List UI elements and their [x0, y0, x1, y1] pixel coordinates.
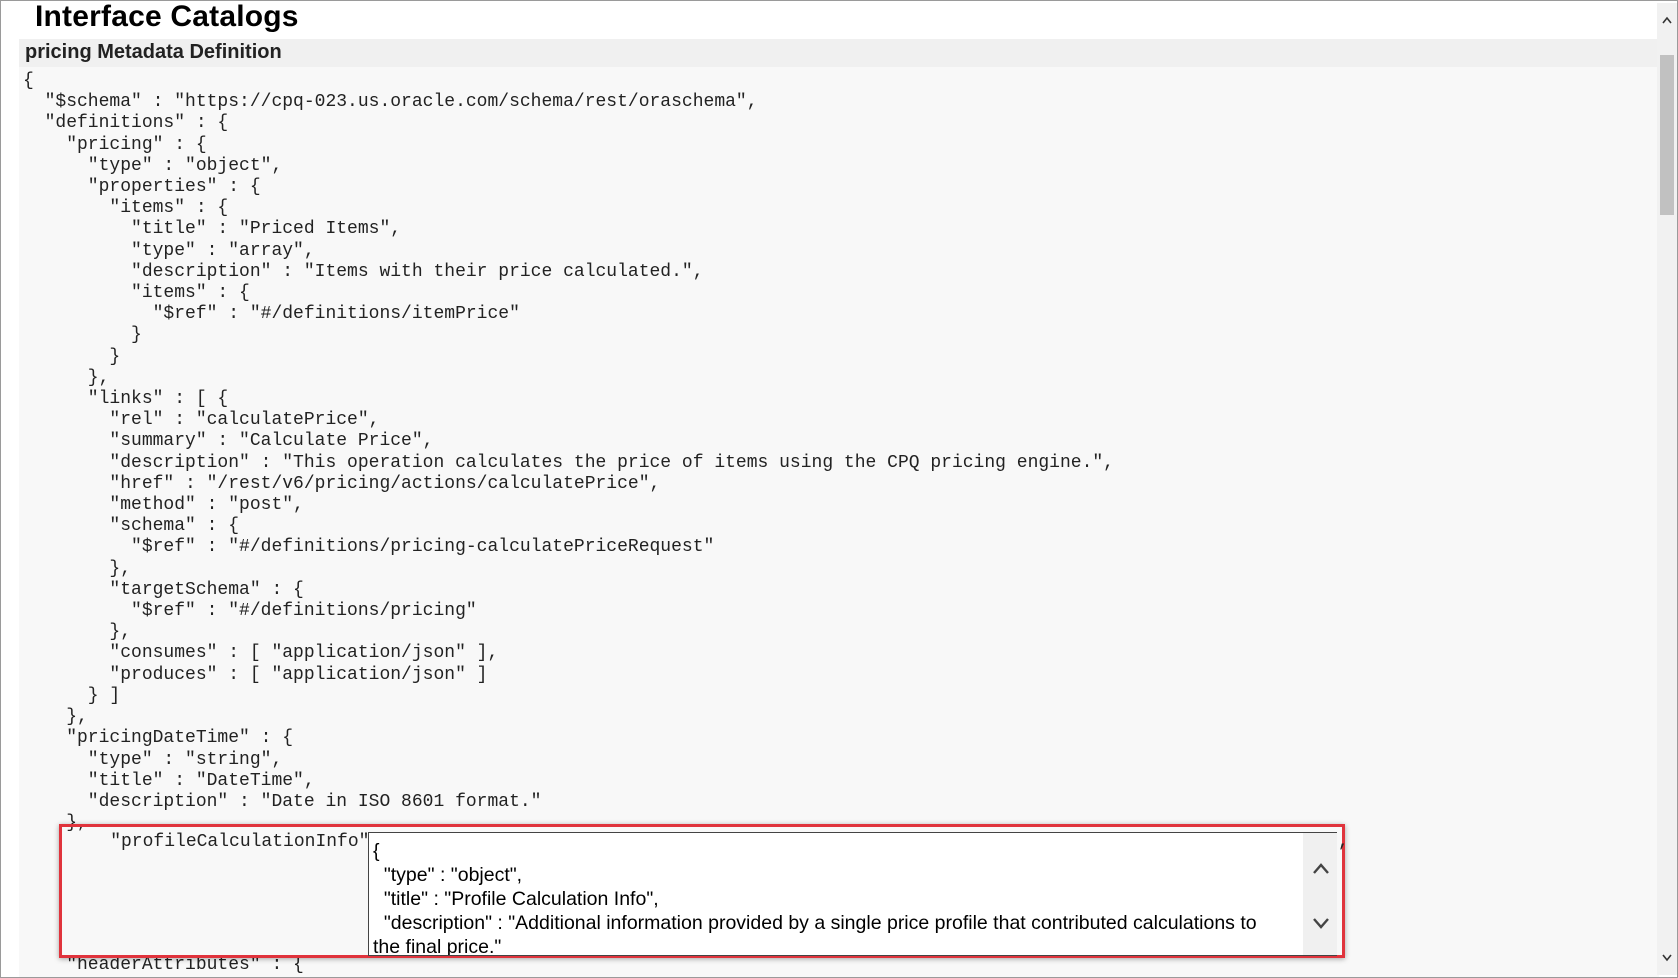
profile-calculation-textarea[interactable]: { "type" : "object", "title" : "Profile … — [368, 832, 1337, 956]
chevron-up-icon[interactable] — [1312, 861, 1330, 880]
app-window: Interface Catalogs pricing Metadata Defi… — [0, 0, 1678, 978]
page-scrollbar[interactable] — [1657, 3, 1677, 975]
profile-calculation-key: "profileCalculationInfo" : — [67, 832, 392, 852]
chevron-down-icon[interactable] — [1312, 917, 1330, 936]
textarea-content: { "type" : "object", "title" : "Profile … — [373, 840, 1257, 956]
trailing-comma: , — [1338, 832, 1349, 852]
section-title: pricing Metadata Definition — [25, 41, 282, 63]
textarea-scrollbar[interactable] — [1303, 833, 1337, 955]
page-scrollbar-thumb[interactable] — [1660, 55, 1674, 215]
scroll-up-arrow-icon[interactable] — [1662, 11, 1672, 29]
page-title: Interface Catalogs — [35, 0, 299, 33]
json-code-block: { "$schema" : "https://cpq-023.us.oracle… — [23, 71, 1114, 834]
section-header: pricing Metadata Definition — [19, 39, 1661, 67]
scroll-down-arrow-icon[interactable] — [1662, 949, 1672, 967]
json-code-next-line: "headerAttributes" : { — [23, 955, 304, 975]
